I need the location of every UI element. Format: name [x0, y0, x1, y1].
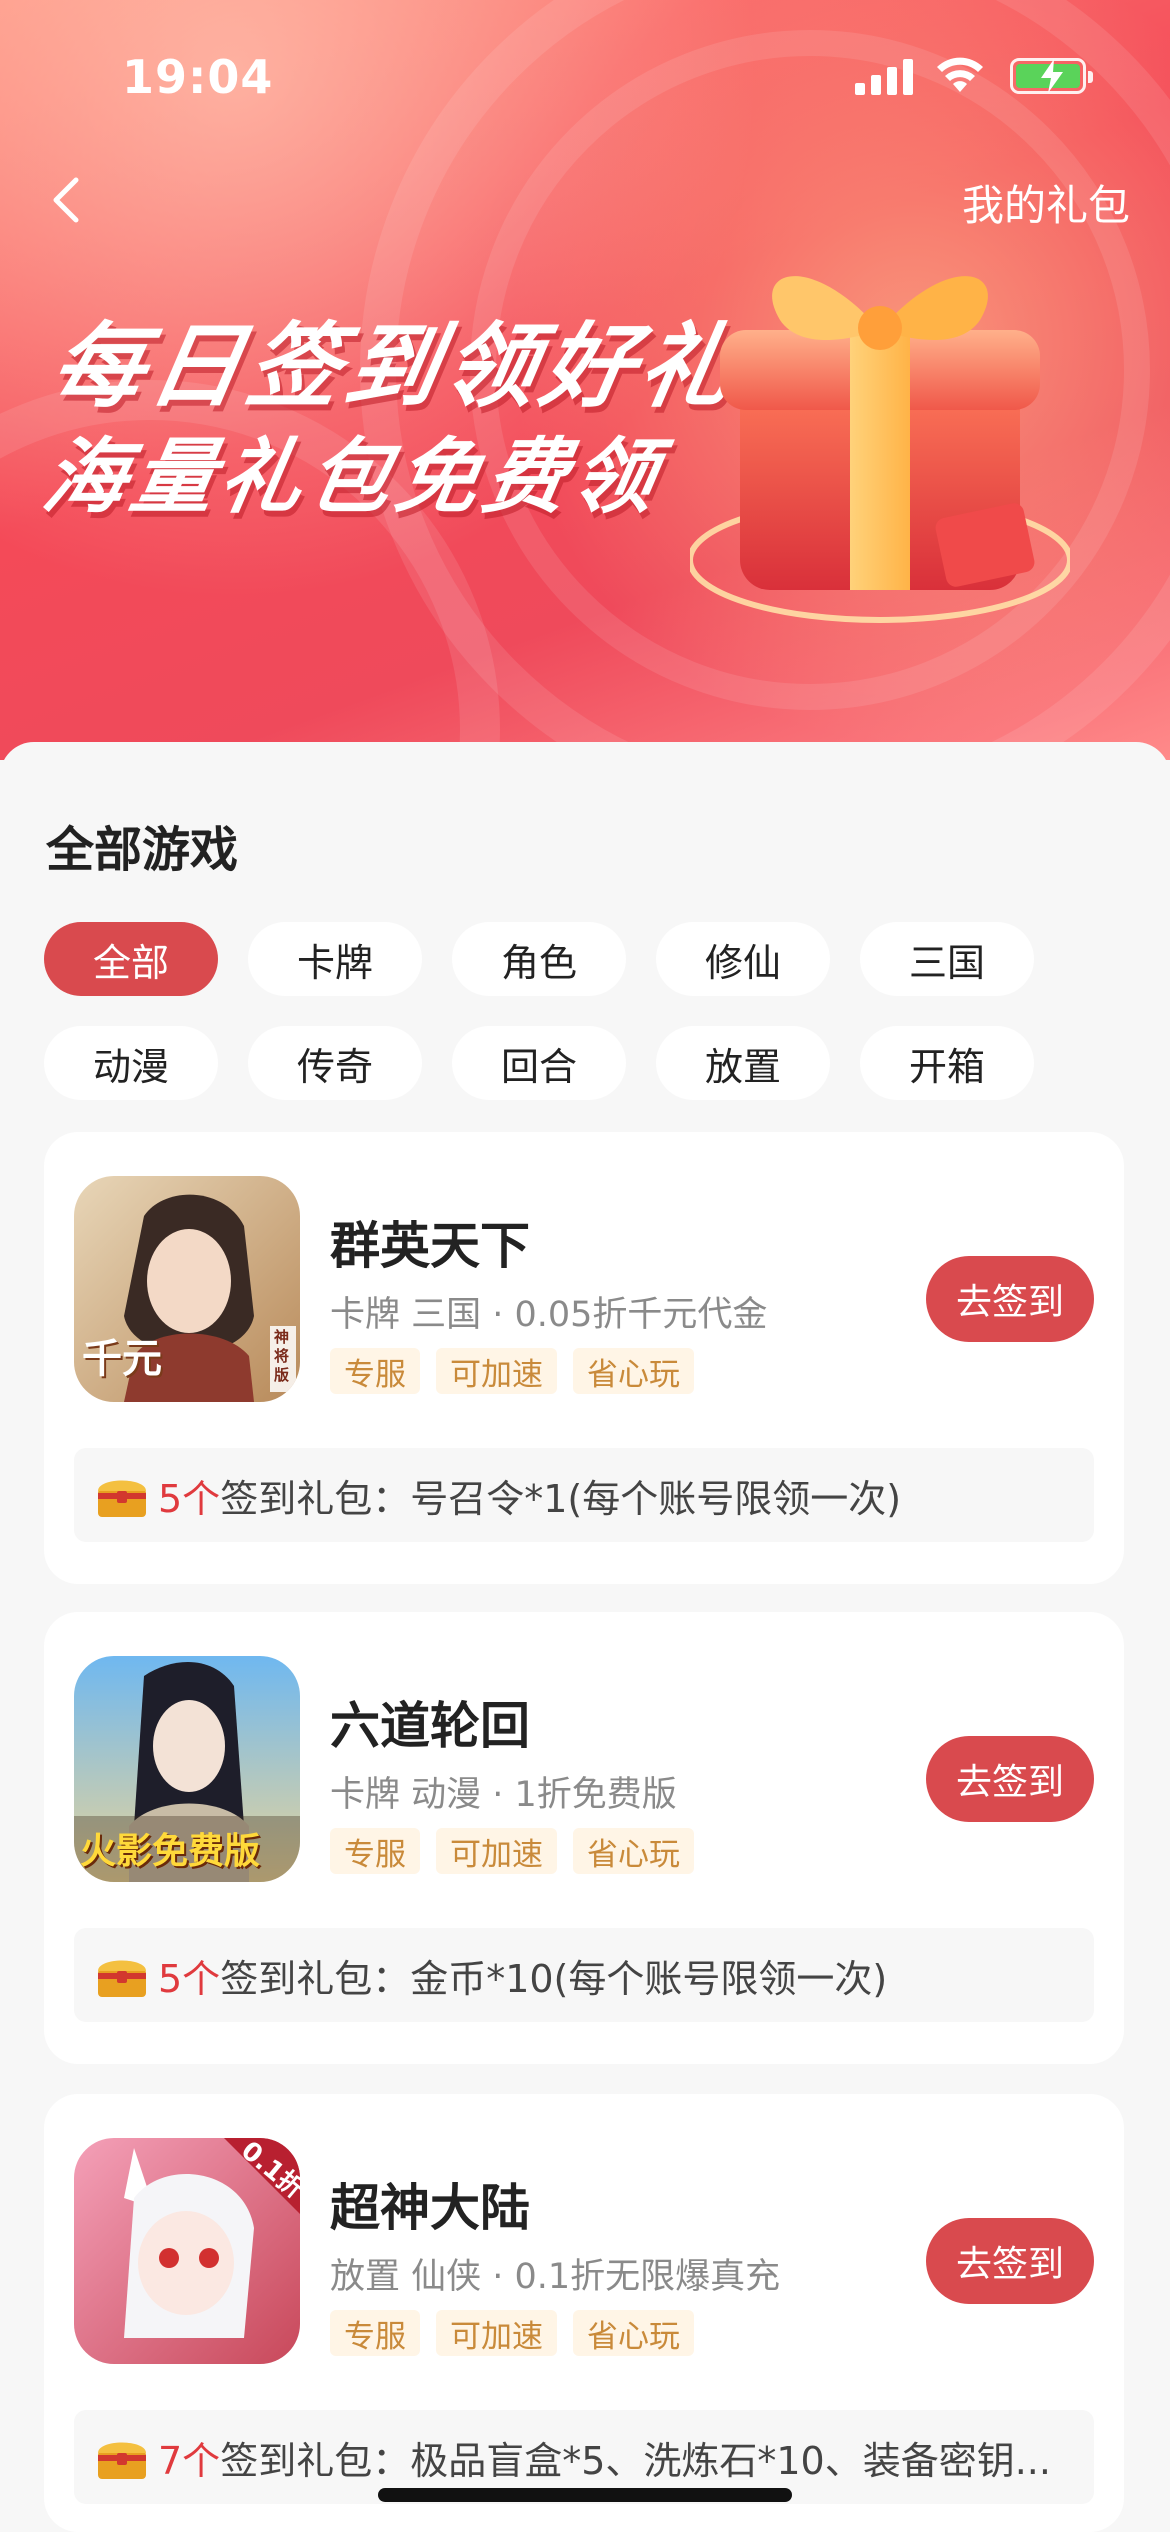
wifi-icon	[937, 57, 983, 92]
gift-count: 5个	[158, 1476, 221, 1521]
treasure-chest-icon	[98, 1960, 146, 1997]
filter-chip[interactable]: 修仙	[656, 922, 830, 996]
game-name[interactable]: 群英天下	[330, 1206, 530, 1278]
filter-chip[interactable]: 角色	[452, 922, 626, 996]
filter-chip[interactable]: 动漫	[44, 1026, 218, 1100]
game-card[interactable]: 火影免费版 六道轮回 卡牌 动漫 · 1折免费版 专服 可加速 省心玩 去签到 …	[44, 1612, 1124, 2064]
section-title: 全部游戏	[46, 822, 239, 878]
game-icon[interactable]: 0.1折	[74, 2138, 300, 2364]
gift-text: 签到礼包：号召令*1(每个账号限领一次)	[220, 1476, 902, 1521]
game-meta: 卡牌 动漫 · 1折免费版	[330, 1775, 677, 1815]
filter-chip[interactable]: 传奇	[248, 1026, 422, 1100]
home-indicator[interactable]	[378, 2488, 792, 2502]
gift-text: 签到礼包：金币*10(每个账号限领一次)	[220, 1956, 888, 2001]
hero-banner: 19:04 我的礼包 每日签到领好礼 海量礼包免费领	[0, 0, 1170, 760]
sign-in-button[interactable]: 去签到	[926, 1256, 1094, 1342]
game-icon[interactable]: 千元 神将版	[74, 1176, 300, 1402]
status-time: 19:04	[122, 50, 274, 104]
status-bar: 19:04	[0, 0, 1170, 150]
game-tag: 专服	[330, 2310, 420, 2356]
game-card[interactable]: 0.1折 超神大陆 放置 仙侠 · 0.1折无限爆真充 专服 可加速 省心玩 去…	[44, 2094, 1124, 2532]
filter-chip[interactable]: 放置	[656, 1026, 830, 1100]
game-tag: 专服	[330, 1828, 420, 1874]
game-tag: 可加速	[436, 1828, 557, 1874]
game-card[interactable]: 千元 神将版 群英天下 卡牌 三国 · 0.05折千元代金 专服 可加速 省心玩…	[44, 1132, 1124, 1584]
sign-in-button[interactable]: 去签到	[926, 2218, 1094, 2304]
game-tags: 专服 可加速 省心玩	[330, 2310, 694, 2356]
filter-chip[interactable]: 三国	[860, 922, 1034, 996]
filter-chip[interactable]: 卡牌	[248, 922, 422, 996]
treasure-chest-icon	[98, 2442, 146, 2479]
game-icon-badge: 千元	[82, 1336, 162, 1382]
gift-box-illustration	[690, 276, 1070, 623]
sign-in-button[interactable]: 去签到	[926, 1736, 1094, 1822]
game-name[interactable]: 六道轮回	[330, 1686, 530, 1758]
game-tag: 可加速	[436, 1348, 557, 1394]
game-icon-side-badge: 神将版	[274, 1328, 290, 1384]
gift-summary[interactable]: 5个 签到礼包：号召令*1(每个账号限领一次)	[74, 1448, 1094, 1542]
game-tags: 专服 可加速 省心玩	[330, 1828, 694, 1874]
gift-summary[interactable]: 5个 签到礼包：金币*10(每个账号限领一次)	[74, 1928, 1094, 2022]
game-tag: 省心玩	[573, 1348, 694, 1394]
game-tag: 专服	[330, 1348, 420, 1394]
gift-count: 7个	[158, 2438, 221, 2483]
banner-slogan-2: 海量礼包免费领	[36, 430, 669, 525]
game-tag: 可加速	[436, 2310, 557, 2356]
filter-chip[interactable]: 开箱	[860, 1026, 1034, 1100]
game-tag: 省心玩	[573, 2310, 694, 2356]
game-meta: 卡牌 三国 · 0.05折千元代金	[330, 1295, 768, 1335]
my-gifts-link[interactable]: 我的礼包	[962, 172, 1130, 233]
game-tag: 省心玩	[573, 1828, 694, 1874]
gift-text: 签到礼包：极品盲盒*5、洗炼石*10、装备密钥...	[220, 2438, 1051, 2483]
game-tags: 专服 可加速 省心玩	[330, 1348, 694, 1394]
game-icon-badge: 火影免费版	[80, 1831, 261, 1872]
filter-chip[interactable]: 全部	[44, 922, 218, 996]
banner-slogan-1: 每日签到领好礼	[43, 313, 749, 420]
games-panel: 全部游戏 全部 卡牌 角色 修仙 三国 动漫 传奇 回合 放置 开箱 千元 神将…	[0, 742, 1170, 2532]
treasure-chest-icon	[98, 1480, 146, 1517]
back-arrow-icon[interactable]	[40, 168, 96, 232]
game-meta: 放置 仙侠 · 0.1折无限爆真充	[330, 2257, 781, 2297]
gift-count: 5个	[158, 1956, 221, 2001]
battery-icon	[1010, 58, 1093, 94]
cellular-signal-icon	[855, 55, 915, 95]
game-name[interactable]: 超神大陆	[330, 2168, 530, 2240]
game-icon[interactable]: 火影免费版	[74, 1656, 300, 1882]
filter-chip[interactable]: 回合	[452, 1026, 626, 1100]
